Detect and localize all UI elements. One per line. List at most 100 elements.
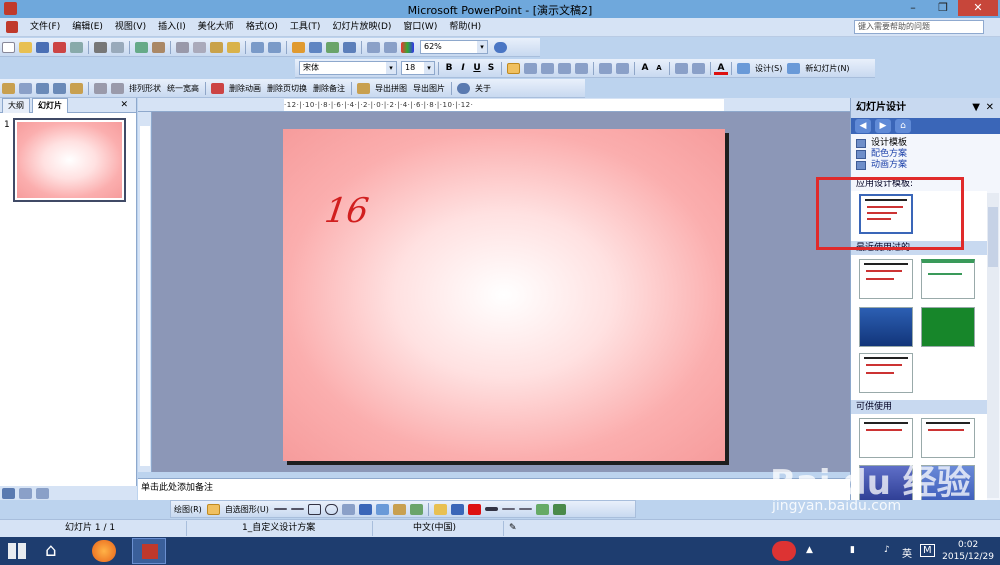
template-available-2[interactable]: [921, 418, 975, 458]
export-icon[interactable]: [357, 82, 370, 94]
close-button[interactable]: ✕: [958, 0, 998, 16]
picture-icon[interactable]: [36, 82, 49, 94]
design-icon[interactable]: [737, 62, 750, 74]
link-animation-schemes[interactable]: 动画方案: [851, 160, 1000, 171]
sorter-view-icon[interactable]: [19, 487, 32, 499]
slide-canvas[interactable]: 16: [283, 129, 725, 461]
bold-button[interactable]: B: [442, 61, 456, 75]
grow-font-button[interactable]: A: [638, 61, 652, 75]
size-select[interactable]: 18 ▾: [401, 61, 435, 75]
arrange-shapes-button[interactable]: 排列形状: [126, 83, 164, 94]
print-icon[interactable]: [94, 41, 107, 53]
close-pane-icon[interactable]: ✕: [120, 100, 128, 110]
page-icon[interactable]: [111, 82, 124, 94]
menu-insert[interactable]: 插入(I): [152, 18, 192, 37]
dash-style-icon[interactable]: [501, 508, 515, 510]
grid-icon[interactable]: [384, 41, 397, 53]
template-recent-2[interactable]: [921, 259, 975, 299]
underline-button[interactable]: U: [470, 61, 484, 75]
layout-icon[interactable]: [2, 82, 15, 94]
tray-network-icon[interactable]: ▮: [850, 545, 855, 555]
menu-format[interactable]: 格式(O): [240, 18, 284, 37]
diagram-icon[interactable]: [375, 503, 389, 515]
template-recent-5[interactable]: [859, 353, 913, 393]
back-icon[interactable]: ◀: [855, 119, 871, 133]
shrink-font-button[interactable]: A: [652, 61, 666, 75]
undo-icon[interactable]: [251, 41, 264, 53]
design-button[interactable]: 设计(S): [752, 63, 785, 74]
scroll-thumb[interactable]: [988, 207, 998, 267]
spelling-icon[interactable]: [135, 41, 148, 53]
select-arrow-icon[interactable]: [206, 503, 220, 515]
shadow-style-icon[interactable]: [535, 503, 549, 515]
new-slide-icon[interactable]: [787, 62, 801, 74]
expand-icon[interactable]: [367, 41, 380, 53]
insert-picture-icon[interactable]: [326, 41, 339, 53]
template-recent-4[interactable]: [921, 307, 975, 347]
uniform-size-button[interactable]: 统一宽高: [164, 83, 202, 94]
delete-animation-button[interactable]: 删除动画: [226, 83, 264, 94]
ime-language[interactable]: 英: [902, 545, 912, 560]
help-icon[interactable]: [494, 41, 507, 53]
clipart-icon[interactable]: [392, 503, 406, 515]
new-slide-button[interactable]: 新幻灯片(N): [802, 63, 852, 74]
table-icon[interactable]: [70, 82, 83, 94]
delete-transition-button[interactable]: 删除页切换: [264, 83, 310, 94]
chevron-down-icon[interactable]: ▾: [477, 41, 487, 53]
tool-icon[interactable]: [94, 82, 107, 94]
forward-icon[interactable]: ▶: [875, 119, 891, 133]
powerpoint-task-icon[interactable]: [132, 538, 166, 564]
numbering-icon[interactable]: [599, 62, 612, 74]
slideshow-view-icon[interactable]: [36, 487, 49, 499]
picture-insert-icon[interactable]: [409, 503, 423, 515]
insert-chart-icon[interactable]: [292, 41, 305, 53]
close-icon[interactable]: ✕: [986, 98, 994, 118]
arrow-style-icon[interactable]: [518, 508, 532, 510]
shadow-button[interactable]: S: [484, 61, 498, 75]
align-left-icon[interactable]: [507, 62, 520, 74]
task-pane-scrollbar[interactable]: [987, 193, 999, 498]
template-recent-1[interactable]: [859, 259, 913, 299]
bullets-icon[interactable]: [616, 62, 629, 74]
menu-slideshow[interactable]: 幻灯片放映(D): [326, 18, 397, 37]
export-collage-button[interactable]: 导出拼图: [372, 83, 410, 94]
font-color-button[interactable]: A: [714, 61, 728, 75]
link-design-templates[interactable]: 设计模板: [851, 138, 1000, 149]
decrease-indent-icon[interactable]: [675, 62, 688, 74]
redo-icon[interactable]: [268, 41, 281, 53]
email-icon[interactable]: [70, 41, 83, 53]
distribute-icon[interactable]: [575, 62, 588, 74]
fill-color-icon[interactable]: [433, 503, 447, 515]
save-icon[interactable]: [36, 41, 49, 53]
user-icon[interactable]: [457, 82, 470, 94]
paste-icon[interactable]: [210, 41, 223, 53]
autoshapes-button[interactable]: 自选图形(U): [222, 504, 272, 515]
format-painter-icon[interactable]: [227, 41, 240, 53]
notes-pane[interactable]: 单击此处添加备注: [138, 478, 850, 500]
browser-icon[interactable]: [92, 540, 116, 562]
arrow-icon[interactable]: [290, 508, 304, 510]
italic-button[interactable]: I: [456, 61, 470, 75]
insert-table-icon[interactable]: [309, 41, 322, 53]
help-search-input[interactable]: 键入需要帮助的问题: [854, 20, 984, 34]
hyperlink-icon[interactable]: [343, 41, 356, 53]
preview-icon[interactable]: [111, 41, 124, 53]
delete-notes-button[interactable]: 删除备注: [310, 83, 348, 94]
3d-style-icon[interactable]: [552, 503, 566, 515]
oval-icon[interactable]: [324, 503, 338, 515]
menu-view[interactable]: 视图(V): [109, 18, 152, 37]
notification-icon[interactable]: [772, 541, 796, 561]
color-grayscale-icon[interactable]: [401, 41, 414, 53]
justify-icon[interactable]: [558, 62, 571, 74]
align-right-icon[interactable]: [541, 62, 554, 74]
permission-icon[interactable]: [53, 41, 66, 53]
export-image-button[interactable]: 导出图片: [410, 83, 448, 94]
cut-icon[interactable]: [176, 41, 189, 53]
line-style-icon[interactable]: [484, 507, 498, 511]
new-icon[interactable]: [2, 41, 15, 53]
home-app-icon[interactable]: ⌂: [45, 542, 67, 560]
tab-outline[interactable]: 大纲: [2, 97, 30, 113]
textbox-icon[interactable]: [341, 503, 355, 515]
link-color-schemes[interactable]: 配色方案: [851, 149, 1000, 160]
zoom-select[interactable]: 62% ▾: [420, 40, 488, 54]
